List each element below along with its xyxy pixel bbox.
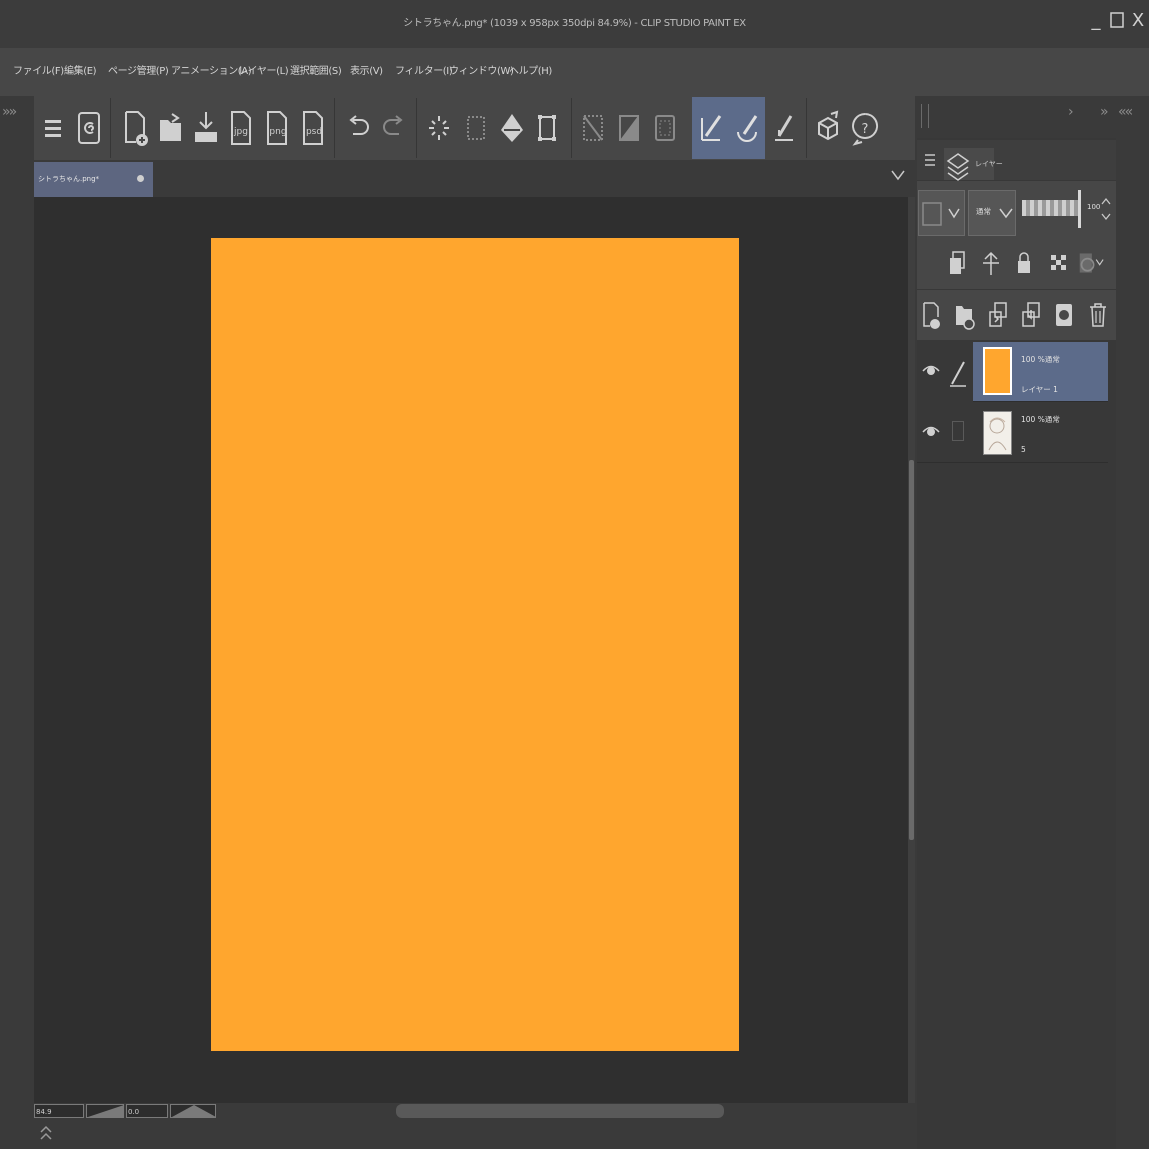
menu-filter[interactable]: フィルター(I) [395,48,453,96]
maximize-button[interactable] [1106,8,1128,34]
layer-mask-icon[interactable] [1051,300,1077,330]
tab-close-icon[interactable] [137,175,144,182]
edit-indicator[interactable] [952,421,964,441]
export-psd-icon[interactable]: psd [296,100,330,156]
layer-thumbnail [983,411,1012,455]
bottom-dock-strip [34,1120,915,1149]
clip-layer-icon[interactable] [944,248,970,278]
mask-dropdown-icon[interactable] [1078,248,1104,278]
export-png-icon[interactable]: png [260,100,294,156]
toolbar-separator [334,98,335,158]
layer-info: 100 %通常 [1021,355,1060,364]
canvas-resize-icon[interactable] [530,100,564,156]
zoom-field[interactable]: 84.9 [34,1104,84,1118]
layer-color-dropdown[interactable] [918,190,965,236]
minimize-button[interactable]: _ [1085,8,1107,34]
blend-mode-dropdown[interactable]: 通常 [968,190,1016,236]
document-tab-bar [34,160,915,197]
toolbar-separator [806,98,807,158]
menu-selection[interactable]: 選択範囲(S) [290,48,342,96]
layer-thumbnail [983,347,1012,395]
right-dock-strip [1116,138,1149,1149]
vertical-scroll-thumb[interactable] [909,460,914,840]
new-file-icon[interactable] [118,100,152,156]
transfer-layer-icon[interactable] [985,300,1011,330]
horizontal-scroll-thumb[interactable] [396,1104,724,1118]
3d-icon[interactable] [811,100,845,156]
open-folder-icon[interactable] [154,100,188,156]
menu-view[interactable]: 表示(V) [350,48,383,96]
export-jpg-icon[interactable]: jpg [224,100,258,156]
menu-layer[interactable]: レイヤー(L) [238,48,289,96]
jpg-text: jpg [233,127,248,137]
png-text: png [269,127,286,137]
right-dock-header [915,96,1149,138]
pencil-icon[interactable] [948,358,968,392]
reference-layer-icon[interactable] [978,248,1004,278]
menu-window[interactable]: ウィンドウ(W) [449,48,514,96]
zoom-slider[interactable] [86,1104,124,1118]
pen-correction-icon[interactable] [694,100,728,156]
merge-layer-icon[interactable] [1018,300,1044,330]
rotation-field[interactable]: 0.0 [126,1104,168,1118]
layer-info: 100 %通常 [1021,415,1060,424]
chevron-down-icon[interactable] [890,166,906,185]
menu-page[interactable]: ページ管理(P) [108,48,169,96]
close-button[interactable]: X [1127,8,1149,34]
trash-icon[interactable] [1085,300,1111,330]
rotation-slider[interactable] [170,1104,216,1118]
brush-correction-icon[interactable] [730,100,764,156]
invert-selection-icon[interactable] [612,100,646,156]
chevron-right-icon[interactable]: › [1068,104,1073,120]
eye-icon[interactable] [921,362,941,384]
psd-text: psd [306,127,322,137]
expand-bottom-icon[interactable] [40,1124,52,1143]
ruler-snap-icon[interactable] [767,100,801,156]
clip-studio-icon[interactable] [72,100,106,156]
save-icon[interactable] [189,100,223,156]
opacity-stepper-icon[interactable] [1100,196,1112,226]
loading-icon[interactable] [422,100,456,156]
lock-transparency-icon[interactable] [1044,248,1070,278]
select-none-icon[interactable] [576,100,610,156]
eye-icon[interactable] [921,423,941,445]
selection-frame-icon[interactable] [648,100,682,156]
svg-text:?: ? [862,122,869,137]
transform-icon[interactable] [459,100,493,156]
left-dock-strip [0,96,34,1149]
menu-help[interactable]: ヘルプ(H) [509,48,552,96]
redo-icon[interactable] [377,100,411,156]
opacity-slider-handle[interactable] [1078,190,1081,228]
toolbar-separator [416,98,417,158]
layer-tab-label: レイヤー [975,160,1003,168]
expand-right-icon[interactable]: «« [1118,104,1133,120]
undo-icon[interactable] [341,100,375,156]
layer-row[interactable] [917,403,1108,463]
opacity-slider[interactable] [1022,200,1078,216]
window-title: シトラちゃん.png* (1039 x 958px 350dpi 84.9%) … [403,18,746,29]
expand-left-icon[interactable]: »» [2,104,17,120]
panel-menu-icon[interactable] [924,152,936,171]
fill-icon[interactable] [495,100,529,156]
opacity-value[interactable]: 100 [1087,203,1100,211]
layer-name: 5 [1021,445,1026,454]
new-folder-icon[interactable] [951,300,977,330]
lock-icon[interactable] [1011,248,1037,278]
toolbar-separator [571,98,572,158]
toolbar-separator [110,98,111,158]
drag-handle[interactable] [921,104,929,128]
canvas-paper[interactable] [211,238,739,1051]
document-tab-label: シトラちゃん.png* [38,175,100,183]
menu-icon[interactable] [36,100,70,156]
blend-mode-label: 通常 [976,207,991,216]
menu-edit[interactable]: 編集(E) [64,48,97,96]
new-layer-icon[interactable] [918,300,944,330]
menu-file[interactable]: ファイル(F) [13,48,64,96]
collapse-right-icon[interactable]: » [1100,104,1108,120]
help-icon[interactable]: ? [848,100,882,156]
layer-name: レイヤー 1 [1021,385,1058,394]
